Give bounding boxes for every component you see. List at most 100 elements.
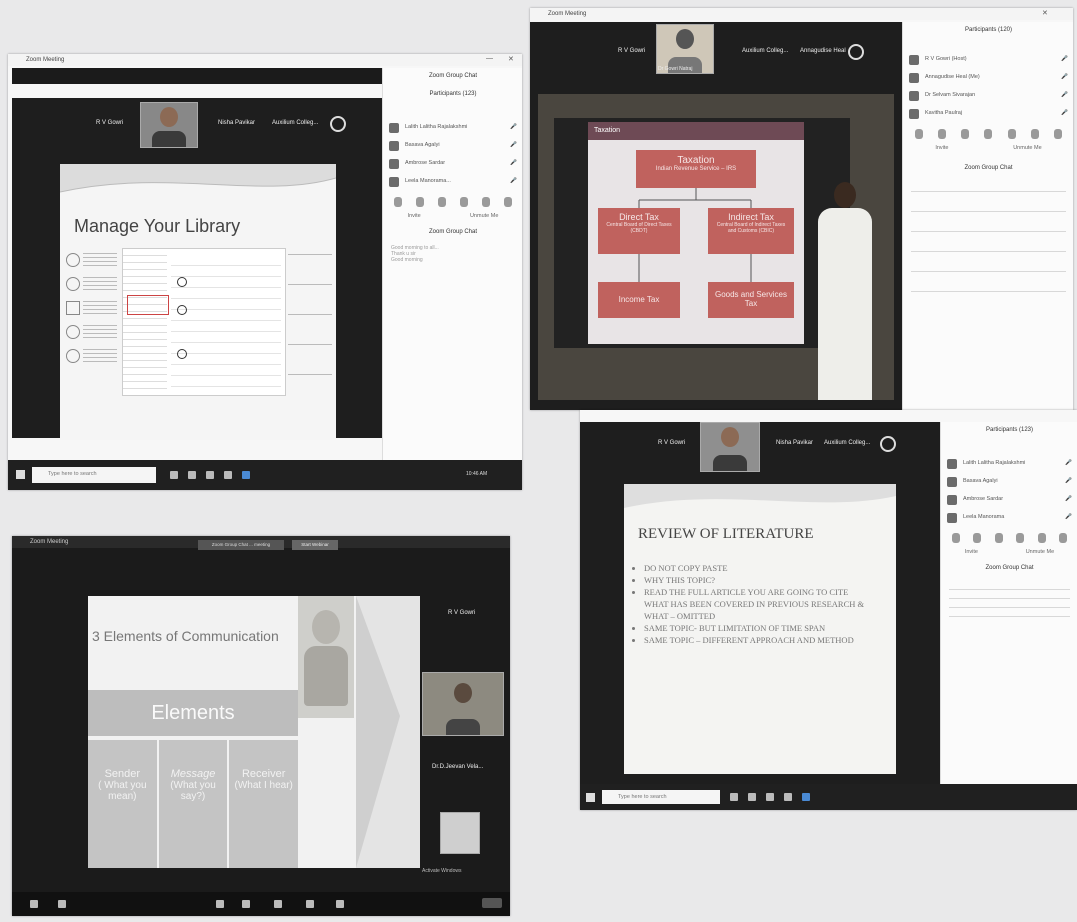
- windows-taskbar: Type here to search: [580, 784, 1077, 810]
- invite-button[interactable]: Invite: [935, 145, 948, 151]
- add-icon: [66, 277, 80, 291]
- participant-name: Dr.D.Jeevan Vela...: [432, 764, 484, 770]
- participant-name: Auxilium Colleg...: [272, 120, 319, 126]
- classroom-video: Taxation Taxation Indian Revenue Service…: [538, 94, 894, 400]
- list-item[interactable]: Dr Selvam Sivarajan 🎤: [903, 87, 1073, 105]
- invite-button[interactable]: Invite: [965, 549, 978, 555]
- slide-title: 3 Elements of Communication: [92, 628, 279, 644]
- list-item[interactable]: Basava Agalyi 🎤: [383, 137, 522, 155]
- slide-decoration: [356, 596, 420, 868]
- list-item[interactable]: Lalith Lalitha Rajalakshmi 🎤: [383, 119, 522, 137]
- list-item[interactable]: Ambrose Sardar 🎤: [383, 155, 522, 173]
- panel-title: Zoom Group Chat: [428, 73, 478, 79]
- invite-button[interactable]: Invite: [408, 213, 421, 219]
- participant-name: Auxilium Colleg...: [824, 440, 871, 446]
- meeting-toolbar: [12, 892, 510, 916]
- list-item: READ THE FULL ARTICLE YOU ARE GOING TO C…: [644, 586, 876, 598]
- reaction-controls[interactable]: [383, 191, 522, 213]
- list-item: WHY THIS TOPIC?: [644, 574, 876, 586]
- zoom-app-icon[interactable]: [242, 471, 250, 479]
- edge-icon[interactable]: [188, 471, 196, 479]
- windows-start-icon[interactable]: [16, 470, 25, 479]
- chat-title: Zoom Group Chat: [428, 229, 478, 235]
- shared-slide: 3 Elements of Communication Elements Sen…: [88, 596, 420, 868]
- list-item[interactable]: Kavitha Paulraj 🎤: [903, 105, 1073, 123]
- zoom-window: R V Gowri Dr Gowri Natraj Auxilium Colle…: [530, 22, 902, 410]
- record-icon[interactable]: [306, 900, 314, 908]
- document-icon: [66, 325, 80, 339]
- leave-button[interactable]: [482, 898, 502, 908]
- activate-windows: Activate Windows: [422, 868, 462, 874]
- participant-video: [440, 812, 480, 854]
- minimize-icon[interactable]: —: [486, 55, 493, 62]
- store-icon[interactable]: [784, 793, 792, 801]
- window-title: Zoom Meeting: [8, 54, 522, 66]
- zoom-window: R V Gowri Nisha Pavikar Auxilium Colleg.…: [12, 98, 382, 440]
- elements-columns: Sender ( What you mean) Message (What yo…: [88, 740, 299, 868]
- elements-banner: Elements: [88, 690, 298, 736]
- receiver-cell: Receiver (What I hear): [229, 740, 299, 868]
- taskbar-search[interactable]: Type here to search: [32, 467, 156, 483]
- share-screen-icon[interactable]: [274, 900, 282, 908]
- reaction-controls[interactable]: [941, 527, 1077, 549]
- unmute-button[interactable]: Unmute Me: [470, 213, 498, 219]
- list-item[interactable]: R V Gowri (Host) 🎤: [903, 51, 1073, 69]
- list-item[interactable]: Ambrose Sardar 🎤: [941, 491, 1077, 509]
- reaction-controls[interactable]: [903, 123, 1073, 145]
- participant-name: R V Gowri: [658, 440, 686, 446]
- speaker-label: Dr Gowri Natraj: [658, 66, 693, 72]
- list-item: SAME TOPIC- BUT LIMITATION OF TIME SPAN: [644, 622, 876, 634]
- edge-icon[interactable]: [748, 793, 756, 801]
- reactions-icon[interactable]: [336, 900, 344, 908]
- list-item[interactable]: Annagudise Heal (Me) 🎤: [903, 69, 1073, 87]
- window-title: Zoom Meeting: [530, 8, 1073, 20]
- zoom-app-icon[interactable]: [802, 793, 810, 801]
- tab-webinar[interactable]: Start Webinar: [292, 540, 338, 550]
- participant-name: R V Gowri: [618, 48, 646, 54]
- windows-taskbar: Type here to search 10:46 AM: [8, 460, 522, 490]
- taskbar-search[interactable]: Type here to search: [602, 790, 720, 804]
- tab-chat[interactable]: Zoom Group Chat ... meeting: [198, 540, 284, 550]
- list-item[interactable]: Lalith Lalitha Rajalakshmi 🎤: [941, 455, 1077, 473]
- participant-name: Auxilium Colleg...: [742, 48, 789, 54]
- list-item[interactable]: Leela Manorama... 🎤: [383, 173, 522, 191]
- close-icon[interactable]: ✕: [1042, 9, 1048, 17]
- chat-icon[interactable]: [242, 900, 250, 908]
- screenshot-1: Zoom Meeting — ✕ R V Gowri Nisha Pavikar…: [8, 54, 522, 490]
- participant-name: R V Gowri: [96, 120, 124, 126]
- slide-title: REVIEW OF LITERATURE: [638, 526, 814, 542]
- close-icon[interactable]: ✕: [508, 55, 514, 63]
- video-icon[interactable]: [58, 900, 66, 908]
- taskview-icon[interactable]: [730, 793, 738, 801]
- tree-connectors: [638, 188, 752, 282]
- list-item: WHAT HAS BEEN COVERED IN PREVIOUS RESEAR…: [644, 599, 865, 621]
- avatar[interactable]: [880, 436, 896, 452]
- taskview-icon[interactable]: [170, 471, 178, 479]
- shared-slide: Manage Your Library: [60, 164, 336, 440]
- list-item[interactable]: Basava Agalyi 🎤: [941, 473, 1077, 491]
- avatar[interactable]: [848, 44, 864, 60]
- slide-icon-list: [66, 248, 118, 368]
- participant-name: R V Gowri: [448, 610, 476, 616]
- explorer-icon[interactable]: [766, 793, 774, 801]
- explorer-icon[interactable]: [206, 471, 214, 479]
- list-item[interactable]: Leela Manorama 🎤: [941, 509, 1077, 527]
- participants-panel: Zoom Group Chat Participants (123) Lalit…: [382, 68, 522, 460]
- store-icon[interactable]: [224, 471, 232, 479]
- unmute-button[interactable]: Unmute Me: [1026, 549, 1054, 555]
- participants-icon[interactable]: [216, 900, 224, 908]
- share-icon: [66, 349, 80, 363]
- bullet-list: DO NOT COPY PASTE WHY THIS TOPIC? READ T…: [634, 562, 876, 646]
- avatar[interactable]: [330, 116, 346, 132]
- unmute-button[interactable]: Unmute Me: [1013, 145, 1041, 151]
- windows-start-icon[interactable]: [586, 793, 595, 802]
- chat-messages: [911, 181, 1066, 301]
- video-strip: [12, 68, 382, 84]
- active-speaker-video: [140, 102, 198, 148]
- list-item: DO NOT COPY PASTE: [644, 562, 876, 574]
- mute-icon[interactable]: [30, 900, 38, 908]
- slide-callouts: [288, 234, 332, 404]
- zoom-window: R V Gowri Nisha Pavikar Auxilium Colleg.…: [580, 422, 940, 784]
- chat-title: Zoom Group Chat: [985, 565, 1034, 571]
- aristotle-bust: [298, 596, 354, 718]
